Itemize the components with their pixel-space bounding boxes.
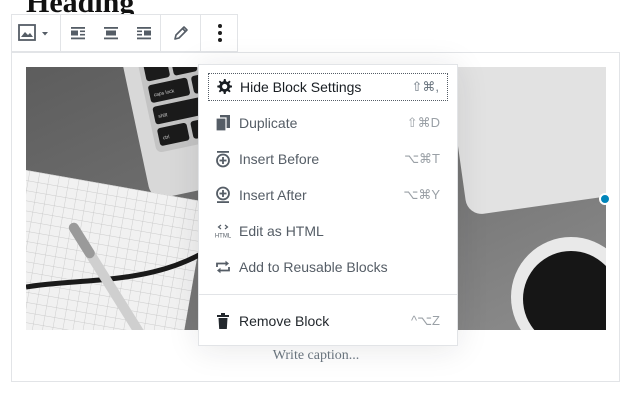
menu-item-shortcut: ⌥⌘Y [403,187,440,202]
caption-input[interactable]: Write caption... [26,348,606,364]
resize-handle[interactable] [599,193,611,205]
menu-item-label: Add to Reusable Blocks [239,259,388,275]
align-center-icon [103,27,118,40]
menu-item-shortcut: ⇧⌘D [406,115,440,130]
block-type-switcher-button[interactable] [12,15,60,51]
menu-item-edit-as-html[interactable]: HTML Edit as HTML [208,217,448,245]
align-left-button[interactable] [61,15,94,51]
image-icon [18,24,48,41]
menu-item-label: Duplicate [239,115,298,131]
html-icon-text: HTML [215,234,232,240]
menu-item-shortcut: ⌥⌘T [404,151,440,166]
trash-icon [213,311,233,331]
menu-item-add-to-reusable-blocks[interactable]: Add to Reusable Blocks [208,253,448,281]
edit-image-button[interactable] [161,15,200,51]
html-icon: HTML [213,221,233,241]
reusable-icon [213,257,233,277]
menu-item-shortcut: ⇧⌘, [411,79,439,94]
menu-item-duplicate[interactable]: Duplicate ⇧⌘D [208,109,448,137]
more-icon [218,24,222,42]
align-right-icon [136,27,151,40]
menu-item-insert-before[interactable]: Insert Before ⌥⌘T [208,145,448,173]
menu-item-label: Hide Block Settings [240,79,362,95]
more-options-button[interactable] [201,15,239,51]
more-options-group [201,15,239,51]
menu-item-label: Edit as HTML [239,223,324,239]
gear-icon [214,77,234,97]
block-settings-menu: Hide Block Settings ⇧⌘, Duplicate ⇧⌘D In… [198,64,458,346]
menu-item-hide-block-settings[interactable]: Hide Block Settings ⇧⌘, [208,73,448,101]
align-left-icon [70,27,85,40]
menu-item-label: Insert Before [239,151,320,167]
pencil-icon [173,26,188,40]
align-right-button[interactable] [127,15,160,51]
menu-item-label: Remove Block [239,313,330,329]
menu-item-shortcut: ^⌥Z [410,313,440,328]
menu-item-insert-after[interactable]: Insert After ⌥⌘Y [208,181,448,209]
insert-before-icon [213,149,233,169]
menu-item-remove-block[interactable]: Remove Block ^⌥Z [208,307,448,335]
menu-separator [199,294,457,295]
block-toolbar [11,14,238,52]
menu-item-label: Insert After [239,187,307,203]
edit-group [161,15,201,51]
align-center-button[interactable] [94,15,127,51]
alignment-group [61,15,161,51]
duplicate-icon [213,113,233,133]
insert-after-icon [213,185,233,205]
block-switcher-group [12,15,61,51]
